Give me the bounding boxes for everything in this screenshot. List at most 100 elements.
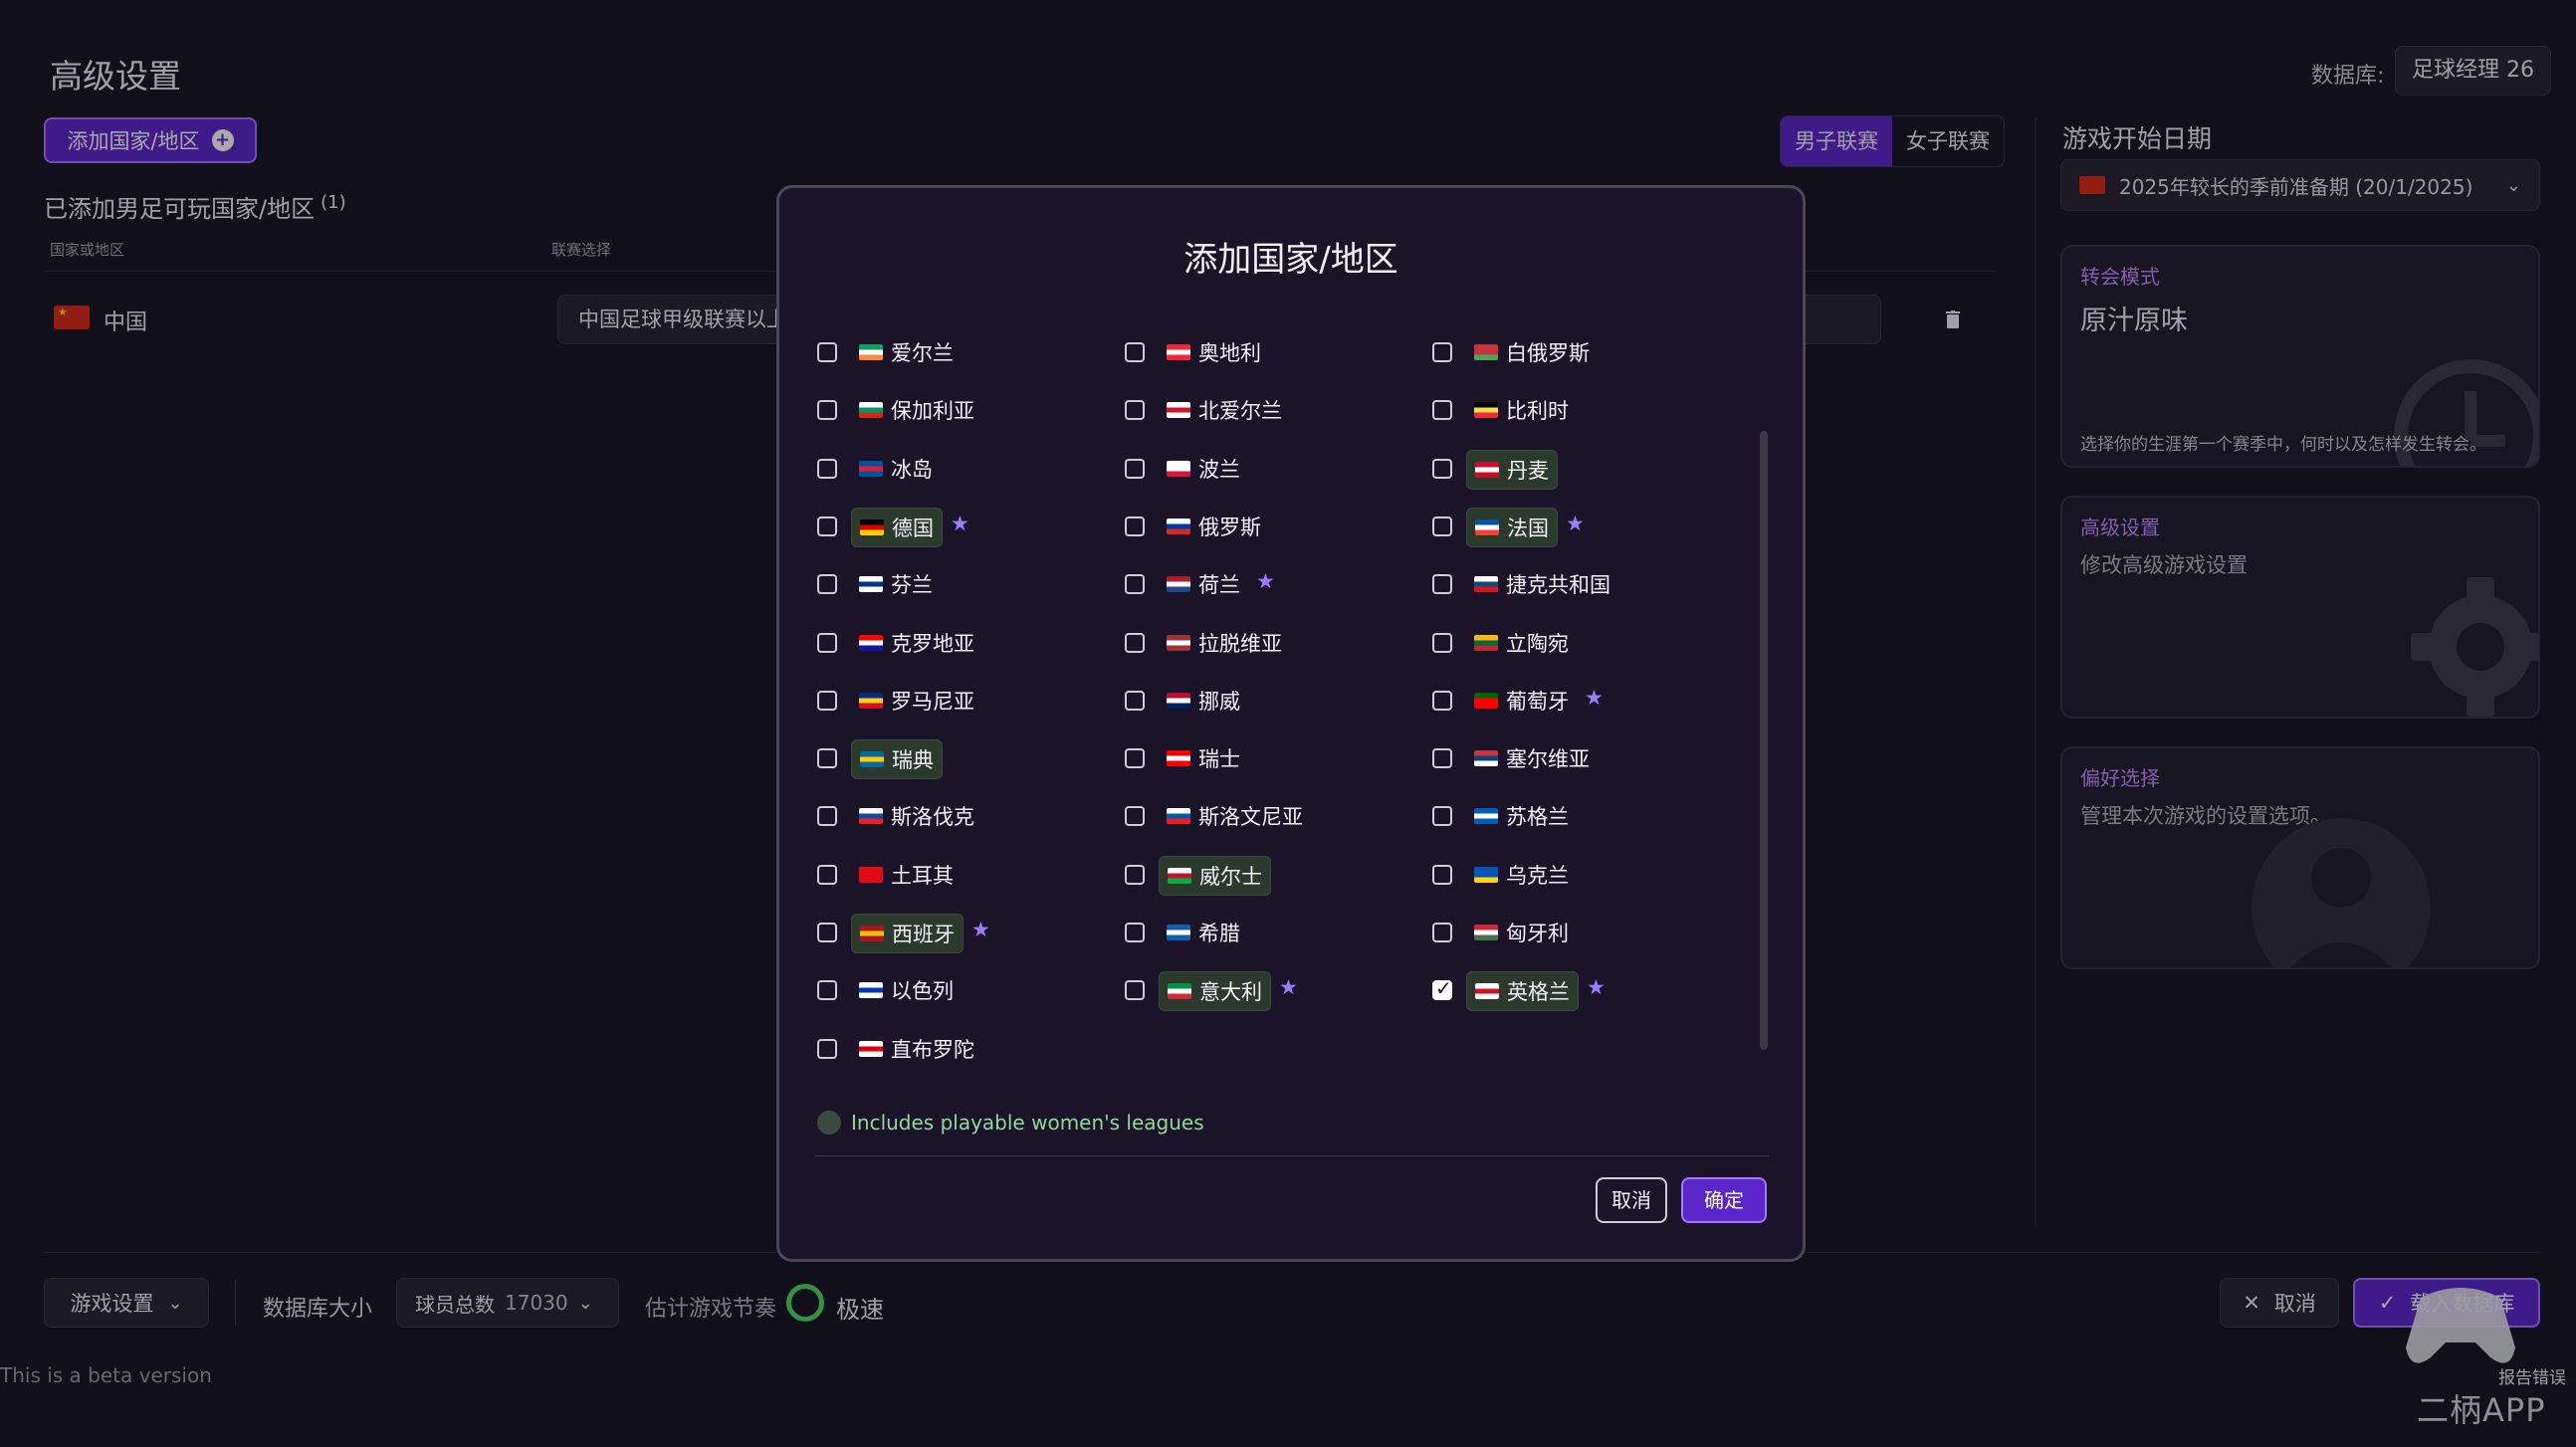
country-checkbox[interactable] [1125, 400, 1145, 421]
flag-icon [1167, 344, 1190, 360]
country-name: 捷克共和国 [1506, 573, 1610, 598]
country-option[interactable]: 波兰 [1159, 450, 1248, 488]
country-option[interactable]: 立陶宛 [1466, 624, 1577, 662]
country-checkbox[interactable] [817, 748, 837, 769]
country-option[interactable]: 挪威 [1159, 682, 1248, 720]
country-option[interactable]: 西班牙 [851, 914, 964, 953]
country-option[interactable]: 冰岛 [851, 450, 941, 488]
flag-icon [1167, 460, 1190, 477]
flag-icon [1167, 692, 1190, 709]
country-option[interactable]: 保加利亚 [851, 391, 982, 429]
country-option[interactable]: 匈牙利 [1466, 914, 1577, 951]
country-checkbox[interactable] [1432, 864, 1452, 885]
country-checkbox[interactable] [1432, 400, 1452, 421]
star-icon: ★ [1566, 511, 1585, 535]
country-option[interactable]: 法国 [1466, 507, 1558, 547]
country-name: 英格兰 [1507, 980, 1570, 1005]
flag-icon [1474, 344, 1498, 360]
country-checkbox[interactable] [1432, 806, 1452, 827]
flag-icon [859, 982, 883, 999]
country-checkbox[interactable] [1432, 516, 1452, 536]
country-option[interactable]: 乌克兰 [1466, 856, 1577, 894]
country-checkbox[interactable] [1125, 806, 1145, 827]
country-option[interactable]: 荷兰 [1159, 565, 1248, 603]
country-option[interactable]: 北爱尔兰 [1159, 391, 1290, 429]
country-checkbox[interactable] [1125, 864, 1145, 885]
country-checkbox[interactable] [1432, 342, 1452, 362]
country-checkbox[interactable] [1432, 976, 1452, 1001]
country-checkbox[interactable] [817, 1038, 837, 1059]
country-checkbox[interactable] [817, 574, 837, 595]
country-option[interactable]: 土耳其 [851, 856, 962, 894]
country-checkbox[interactable] [817, 864, 837, 885]
country-checkbox[interactable] [1125, 458, 1145, 479]
flag-icon [1475, 461, 1499, 478]
country-option[interactable]: 斯洛伐克 [851, 797, 982, 835]
country-option[interactable]: 塞尔维亚 [1466, 739, 1598, 777]
country-checkbox[interactable] [1125, 574, 1145, 595]
country-option[interactable]: 直布罗陀 [851, 1030, 982, 1068]
country-option[interactable]: 德国 [851, 507, 943, 547]
flag-icon [1167, 576, 1190, 593]
flag-icon [1167, 634, 1190, 651]
star-icon: ★ [971, 918, 990, 941]
country-option[interactable]: 苏格兰 [1466, 797, 1577, 835]
modal-ok-button[interactable]: 确定 [1681, 1177, 1767, 1223]
country-option[interactable]: 比利时 [1466, 391, 1577, 429]
country-option[interactable]: 爱尔兰 [851, 333, 962, 371]
country-option[interactable]: 英格兰 [1466, 971, 1579, 1012]
country-option[interactable]: 芬兰 [851, 565, 941, 603]
country-name: 斯洛文尼亚 [1198, 805, 1303, 830]
country-checkbox[interactable] [1432, 690, 1452, 711]
country-option[interactable]: 奥地利 [1159, 333, 1269, 371]
country-option[interactable]: 瑞士 [1159, 739, 1248, 777]
country-option[interactable]: 罗马尼亚 [851, 682, 982, 720]
country-checkbox[interactable] [817, 980, 837, 1001]
country-checkbox[interactable] [1432, 748, 1452, 769]
modal-scrollbar[interactable] [1760, 431, 1768, 1050]
country-checkbox[interactable] [817, 400, 837, 421]
country-checkbox[interactable] [1432, 458, 1452, 479]
country-checkbox[interactable] [817, 458, 837, 479]
country-checkbox[interactable] [1125, 980, 1145, 1001]
country-checkbox[interactable] [817, 690, 837, 711]
country-name: 白俄罗斯 [1506, 341, 1590, 365]
country-option[interactable]: 捷克共和国 [1466, 565, 1618, 603]
flag-icon [859, 576, 883, 593]
country-name: 希腊 [1198, 922, 1240, 945]
country-checkbox[interactable] [817, 516, 837, 536]
country-name: 挪威 [1198, 689, 1240, 714]
country-checkbox[interactable] [817, 632, 837, 653]
country-option[interactable]: 白俄罗斯 [1466, 333, 1598, 371]
star-icon: ★ [1585, 685, 1604, 710]
flag-icon [1474, 866, 1498, 883]
country-checkbox[interactable] [817, 806, 837, 827]
country-option[interactable]: 威尔士 [1159, 855, 1271, 896]
modal-cancel-button[interactable]: 取消 [1596, 1177, 1667, 1223]
country-name: 法国 [1507, 516, 1549, 540]
country-checkbox[interactable] [1125, 690, 1145, 711]
country-checkbox[interactable] [1125, 923, 1145, 942]
country-option[interactable]: 俄罗斯 [1159, 508, 1269, 545]
country-checkbox[interactable] [817, 923, 837, 942]
country-option[interactable]: 希腊 [1159, 914, 1248, 951]
country-checkbox[interactable] [817, 342, 837, 362]
country-checkbox[interactable] [1125, 516, 1145, 536]
country-name: 立陶宛 [1506, 631, 1569, 656]
country-option[interactable]: 瑞典 [851, 739, 943, 780]
country-option[interactable]: 意大利 [1159, 971, 1271, 1012]
country-option[interactable]: 斯洛文尼亚 [1159, 797, 1311, 835]
country-option[interactable]: 拉脱维亚 [1159, 624, 1290, 662]
country-option[interactable]: 克罗地亚 [851, 624, 982, 662]
country-checkbox[interactable] [1432, 923, 1452, 942]
country-checkbox[interactable] [1432, 632, 1452, 653]
country-name: 奥地利 [1198, 341, 1261, 365]
country-option[interactable]: 葡萄牙 [1466, 682, 1577, 720]
country-option[interactable]: 丹麦 [1466, 449, 1558, 490]
flag-icon [1474, 750, 1498, 767]
country-checkbox[interactable] [1125, 748, 1145, 769]
country-checkbox[interactable] [1432, 574, 1452, 595]
country-option[interactable]: 以色列 [851, 971, 962, 1009]
country-checkbox[interactable] [1125, 632, 1145, 653]
country-checkbox[interactable] [1125, 342, 1145, 362]
